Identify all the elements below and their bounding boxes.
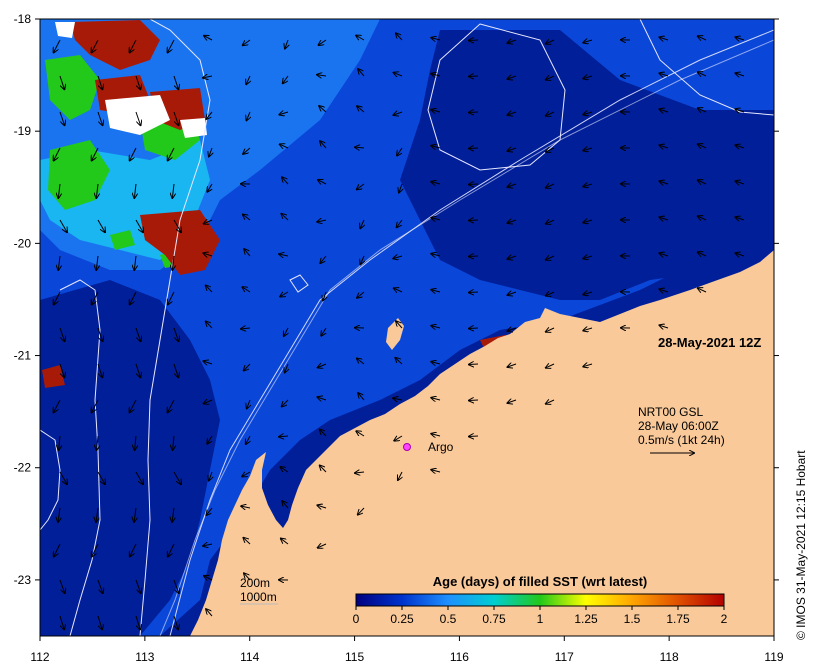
- colorbar-tick-label: 0: [353, 612, 360, 626]
- current-vector: [469, 220, 479, 221]
- current-time-label: 28-May 06:00Z: [638, 419, 719, 433]
- lon-axis: 112 113 114 115 116 117 118 119: [30, 636, 784, 664]
- lat-tick-label: -19: [14, 124, 32, 138]
- current-vector: [469, 328, 479, 329]
- map-plot-area: Argo 28-May-2021 12Z NRT00 GSL 28-May 06…: [40, 19, 774, 636]
- lat-tick-label: -21: [14, 349, 32, 363]
- colorbar-tick-label: 0.25: [390, 612, 414, 626]
- current-source-label: NRT00 GSL: [638, 405, 703, 419]
- current-vector: [469, 364, 479, 365]
- credit-text: © IMOS 31-May-2021 12:15 Hobart: [794, 450, 808, 640]
- lat-tick-label: -18: [14, 12, 32, 26]
- isobath-1000-label: 1000m: [240, 590, 277, 604]
- lon-tick-label: 112: [30, 650, 49, 664]
- colorbar-tick-label: 0.5: [440, 612, 457, 626]
- colorbar-tick-label: 2: [721, 612, 728, 626]
- current-vector: [469, 436, 479, 437]
- argo-label: Argo: [428, 440, 454, 454]
- current-vector: [469, 400, 479, 401]
- lat-tick-label: -20: [14, 236, 32, 250]
- lon-tick-label: 116: [450, 650, 469, 664]
- current-scale-label: 0.5m/s (1kt 24h): [638, 433, 725, 447]
- isobath-200-label: 200m: [240, 576, 270, 590]
- current-vector: [469, 184, 479, 185]
- lat-tick-label: -23: [14, 573, 32, 587]
- colorbar-title: Age (days) of filled SST (wrt latest): [433, 574, 648, 589]
- colorbar-tick-label: 1.25: [574, 612, 598, 626]
- current-vector: [469, 40, 479, 41]
- argo-marker[interactable]: [403, 443, 411, 451]
- lat-tick-label: -22: [14, 461, 32, 475]
- lon-tick-label: 119: [764, 650, 783, 664]
- no-data-patch-3: [55, 22, 75, 38]
- colorbar-tick-label: 1: [537, 612, 544, 626]
- lon-tick-label: 113: [135, 650, 154, 664]
- colorbar-tick-label: 1.75: [666, 612, 690, 626]
- lon-tick-label: 118: [660, 650, 679, 664]
- lon-tick-label: 115: [345, 650, 364, 664]
- current-vector: [469, 148, 479, 149]
- lon-tick-label: 114: [240, 650, 259, 664]
- current-vector: [469, 112, 479, 113]
- date-label: 28-May-2021 12Z: [658, 335, 761, 350]
- sst-map: Argo 28-May-2021 12Z NRT00 GSL 28-May 06…: [14, 12, 808, 664]
- colorbar: [355, 593, 725, 607]
- colorbar-tick-label: 0.75: [482, 612, 506, 626]
- colorbar-tick-label: 1.5: [624, 612, 641, 626]
- current-vector: [469, 256, 479, 257]
- current-vector: [469, 292, 479, 293]
- current-vector: [469, 76, 479, 77]
- lon-tick-label: 117: [555, 650, 574, 664]
